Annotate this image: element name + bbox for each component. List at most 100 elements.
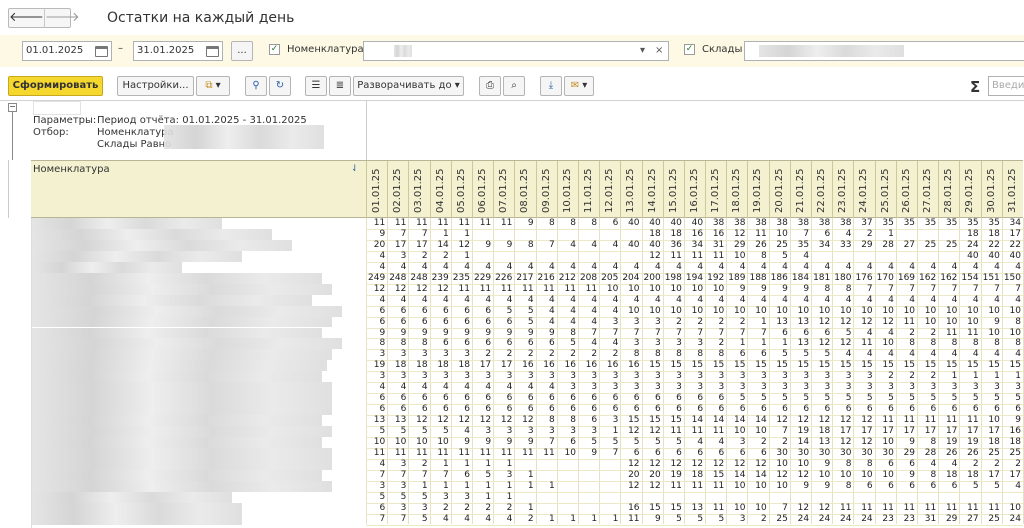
date-column-header[interactable]: 23.01.25 bbox=[832, 161, 852, 219]
refresh-button[interactable]: ↻ bbox=[269, 76, 291, 96]
column-header-nomenclature[interactable]: Номенклатура bbox=[33, 164, 110, 175]
date-column-header[interactable]: 30.01.25 bbox=[980, 161, 1001, 219]
table-row-name[interactable] bbox=[32, 447, 332, 459]
settings-button[interactable]: Настройки... bbox=[117, 76, 194, 96]
clear-icon[interactable]: × bbox=[655, 42, 663, 60]
table-row-name[interactable] bbox=[32, 382, 332, 394]
sum-icon[interactable]: Σ bbox=[970, 78, 980, 96]
table-row-name[interactable] bbox=[32, 513, 242, 525]
table-row-name[interactable] bbox=[32, 338, 342, 350]
date-column-header[interactable]: 10.01.25 bbox=[556, 161, 577, 219]
date-column-header[interactable]: 29.01.25 bbox=[959, 161, 979, 219]
table-row-name[interactable] bbox=[32, 305, 342, 317]
date-label: 01.01.25 bbox=[371, 168, 382, 213]
save-button[interactable]: ⤓ bbox=[540, 76, 562, 96]
date-column-header[interactable]: 09.01.25 bbox=[535, 161, 556, 219]
send-button[interactable]: ✉ ▾ bbox=[564, 76, 594, 96]
date-column-header[interactable]: 02.01.25 bbox=[387, 161, 407, 219]
list-icon: ☰ bbox=[311, 80, 321, 91]
table-row-name[interactable] bbox=[32, 272, 322, 284]
print-button[interactable]: ⎙ bbox=[479, 76, 501, 96]
date-column-header[interactable]: 08.01.25 bbox=[514, 161, 534, 219]
date-from-field[interactable]: 01.01.2025 bbox=[22, 41, 112, 61]
chevron-down-icon: ▾ bbox=[579, 80, 588, 91]
forward-button[interactable]: 🡒 bbox=[43, 9, 80, 27]
mail-icon: ✉ bbox=[570, 80, 580, 91]
table-row-name[interactable] bbox=[32, 491, 232, 503]
date-column-header[interactable]: 13.01.25 bbox=[620, 161, 640, 219]
table-row-name[interactable] bbox=[32, 371, 322, 383]
date-column-header[interactable]: 21.01.25 bbox=[789, 161, 810, 219]
preview-button[interactable]: ⌕ bbox=[503, 76, 525, 96]
date-column-header[interactable]: 15.01.25 bbox=[662, 161, 683, 219]
date-column-header[interactable]: 12.01.25 bbox=[599, 161, 619, 219]
date-to-value: 31.01.2025 bbox=[137, 45, 195, 56]
calendar-icon[interactable] bbox=[95, 46, 108, 57]
table-row-name[interactable] bbox=[32, 228, 272, 240]
table-row-name[interactable] bbox=[32, 415, 322, 427]
expand-to-button[interactable]: Разворачивать до ▾ bbox=[353, 76, 464, 96]
date-column-header[interactable]: 25.01.25 bbox=[874, 161, 895, 219]
sort-icon[interactable]: ⇃ bbox=[351, 164, 359, 174]
nomenclature-field[interactable]: ▾ × bbox=[363, 41, 669, 61]
date-column-header[interactable]: 01.01.25 bbox=[366, 161, 386, 219]
date-label: 09.01.25 bbox=[540, 168, 552, 213]
table-row-name[interactable] bbox=[32, 218, 222, 229]
date-label: 29.01.25 bbox=[964, 168, 976, 213]
chevron-down-icon: ▾ bbox=[451, 80, 460, 91]
date-column-header[interactable]: 22.01.25 bbox=[811, 161, 831, 219]
date-column-header[interactable]: 24.01.25 bbox=[853, 161, 873, 219]
table-row-name[interactable] bbox=[32, 294, 312, 306]
variant-menu-button[interactable]: ⧉ ▾ bbox=[196, 76, 230, 96]
date-column-header[interactable]: 20.01.25 bbox=[768, 161, 789, 219]
redacted-value bbox=[394, 45, 412, 57]
generate-button[interactable]: Сформировать bbox=[8, 76, 103, 96]
warehouses-checkbox[interactable]: ✓ bbox=[684, 44, 695, 55]
download-icon: ⤓ bbox=[548, 80, 554, 91]
date-to-field[interactable]: 31.01.2025 bbox=[133, 41, 223, 61]
calendar-icon[interactable] bbox=[206, 46, 219, 57]
date-column-header[interactable]: 06.01.25 bbox=[471, 161, 492, 219]
table-row-name[interactable] bbox=[32, 404, 332, 416]
table-row-name[interactable] bbox=[32, 316, 332, 328]
table-row-name[interactable] bbox=[32, 239, 292, 251]
table-row-name[interactable] bbox=[32, 502, 242, 514]
date-column-header[interactable]: 26.01.25 bbox=[895, 161, 916, 219]
table-row-name[interactable] bbox=[32, 480, 332, 492]
date-column-header[interactable]: 03.01.25 bbox=[408, 161, 428, 219]
date-column-header[interactable]: 05.01.25 bbox=[450, 161, 471, 219]
search-input[interactable]: Введи bbox=[988, 76, 1024, 96]
date-column-header[interactable]: 14.01.25 bbox=[641, 161, 662, 219]
back-button[interactable]: 🡐 bbox=[9, 9, 44, 27]
date-column-header[interactable]: 11.01.25 bbox=[577, 161, 598, 219]
date-column-header[interactable]: 31.01.25 bbox=[1001, 161, 1022, 219]
group-levels-button[interactable]: ☰ bbox=[305, 76, 327, 96]
table-row-name[interactable] bbox=[32, 426, 332, 437]
table-row-name[interactable] bbox=[32, 349, 332, 361]
table-row-name[interactable] bbox=[32, 261, 182, 273]
table-row-name[interactable] bbox=[32, 327, 322, 339]
date-column-header[interactable]: 19.01.25 bbox=[747, 161, 767, 219]
date-column-header[interactable]: 04.01.25 bbox=[429, 161, 450, 219]
table-row-name[interactable] bbox=[32, 393, 332, 405]
date-column-header[interactable]: 17.01.25 bbox=[705, 161, 725, 219]
table-row-name[interactable] bbox=[32, 360, 327, 372]
warehouses-field[interactable] bbox=[744, 41, 1024, 61]
table-row-name[interactable] bbox=[32, 458, 332, 470]
table-row-name[interactable] bbox=[32, 437, 322, 448]
table-row-name[interactable] bbox=[32, 469, 322, 481]
date-column-header[interactable]: 28.01.25 bbox=[938, 161, 958, 219]
table-row-name[interactable] bbox=[32, 283, 332, 295]
period-select-button[interactable]: ... bbox=[231, 41, 253, 61]
table-row-name[interactable] bbox=[32, 250, 242, 262]
collapse-group-icon[interactable]: − bbox=[8, 103, 17, 112]
date-column-header[interactable]: 18.01.25 bbox=[726, 161, 746, 219]
collapse-button[interactable]: ≣ bbox=[329, 76, 351, 96]
date-column-header[interactable]: 16.01.25 bbox=[683, 161, 704, 219]
search-button[interactable]: ⚲ bbox=[245, 76, 267, 96]
date-column-header[interactable]: 07.01.25 bbox=[493, 161, 513, 219]
outline-icon: ≣ bbox=[335, 80, 345, 91]
chevron-down-icon[interactable]: ▾ bbox=[640, 42, 645, 60]
nomenclature-checkbox[interactable]: ✓ bbox=[269, 44, 280, 55]
date-column-header[interactable]: 27.01.25 bbox=[917, 161, 937, 219]
